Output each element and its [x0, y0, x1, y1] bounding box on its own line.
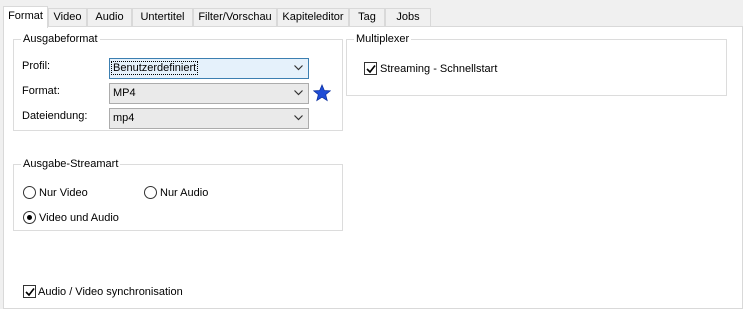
extension-label: Dateiendung:: [22, 110, 88, 122]
format-select[interactable]: MP4: [109, 83, 309, 104]
fast-start-label[interactable]: Streaming - Schnellstart: [380, 62, 497, 76]
tab-kapiteleditor[interactable]: Kapiteleditor: [277, 8, 349, 27]
checkmark-icon: [366, 65, 376, 74]
format-tab-panel: Ausgabeformat Profil: Benutzerdefiniert …: [3, 26, 743, 309]
extension-value: mp4: [113, 112, 135, 124]
tab-video[interactable]: Video: [48, 8, 87, 27]
tab-untertitel[interactable]: Untertitel: [132, 8, 193, 27]
stream-type-title: Ausgabe-Streamart: [21, 157, 121, 171]
checkmark-icon: [25, 288, 35, 297]
tab-tag[interactable]: Tag: [349, 8, 385, 27]
tab-format[interactable]: Format: [3, 6, 48, 28]
av-sync-checkbox[interactable]: [23, 285, 36, 298]
tab-audio[interactable]: Audio: [87, 8, 132, 27]
video-audio-label[interactable]: Video und Audio: [39, 211, 119, 225]
extension-select[interactable]: mp4: [109, 108, 309, 129]
chevron-down-icon: [294, 115, 303, 121]
radio-selected-dot: [27, 215, 32, 220]
tab-filter-vorschau[interactable]: Filter/Vorschau: [193, 8, 277, 27]
chevron-down-icon: [294, 90, 303, 96]
audio-only-radio[interactable]: [144, 186, 157, 199]
format-value: MP4: [113, 87, 136, 99]
fast-start-checkbox[interactable]: [364, 62, 377, 75]
chevron-down-icon: [294, 65, 303, 71]
format-label: Format:: [22, 85, 60, 97]
video-only-label[interactable]: Nur Video: [39, 186, 88, 200]
star-icon[interactable]: [313, 84, 331, 102]
video-audio-radio[interactable]: [23, 211, 36, 224]
output-format-title: Ausgabeformat: [21, 32, 100, 46]
video-only-radio[interactable]: [23, 186, 36, 199]
profile-label: Profil:: [22, 60, 51, 72]
tab-bar: Format Video Audio Untertitel Filter/Vor…: [3, 6, 743, 28]
audio-only-label[interactable]: Nur Audio: [160, 186, 208, 200]
tab-jobs[interactable]: Jobs: [385, 8, 431, 27]
multiplexer-title: Multiplexer: [354, 32, 412, 46]
profile-select[interactable]: Benutzerdefiniert: [109, 58, 309, 79]
stream-type-group: Ausgabe-Streamart Nur Video Nur Audio Vi…: [13, 157, 343, 231]
profile-value: Benutzerdefiniert: [111, 61, 199, 75]
output-format-group: Ausgabeformat Profil: Benutzerdefiniert …: [13, 32, 343, 131]
av-sync-label[interactable]: Audio / Video synchronisation: [38, 285, 183, 299]
multiplexer-group: Multiplexer Streaming - Schnellstart: [346, 32, 727, 96]
